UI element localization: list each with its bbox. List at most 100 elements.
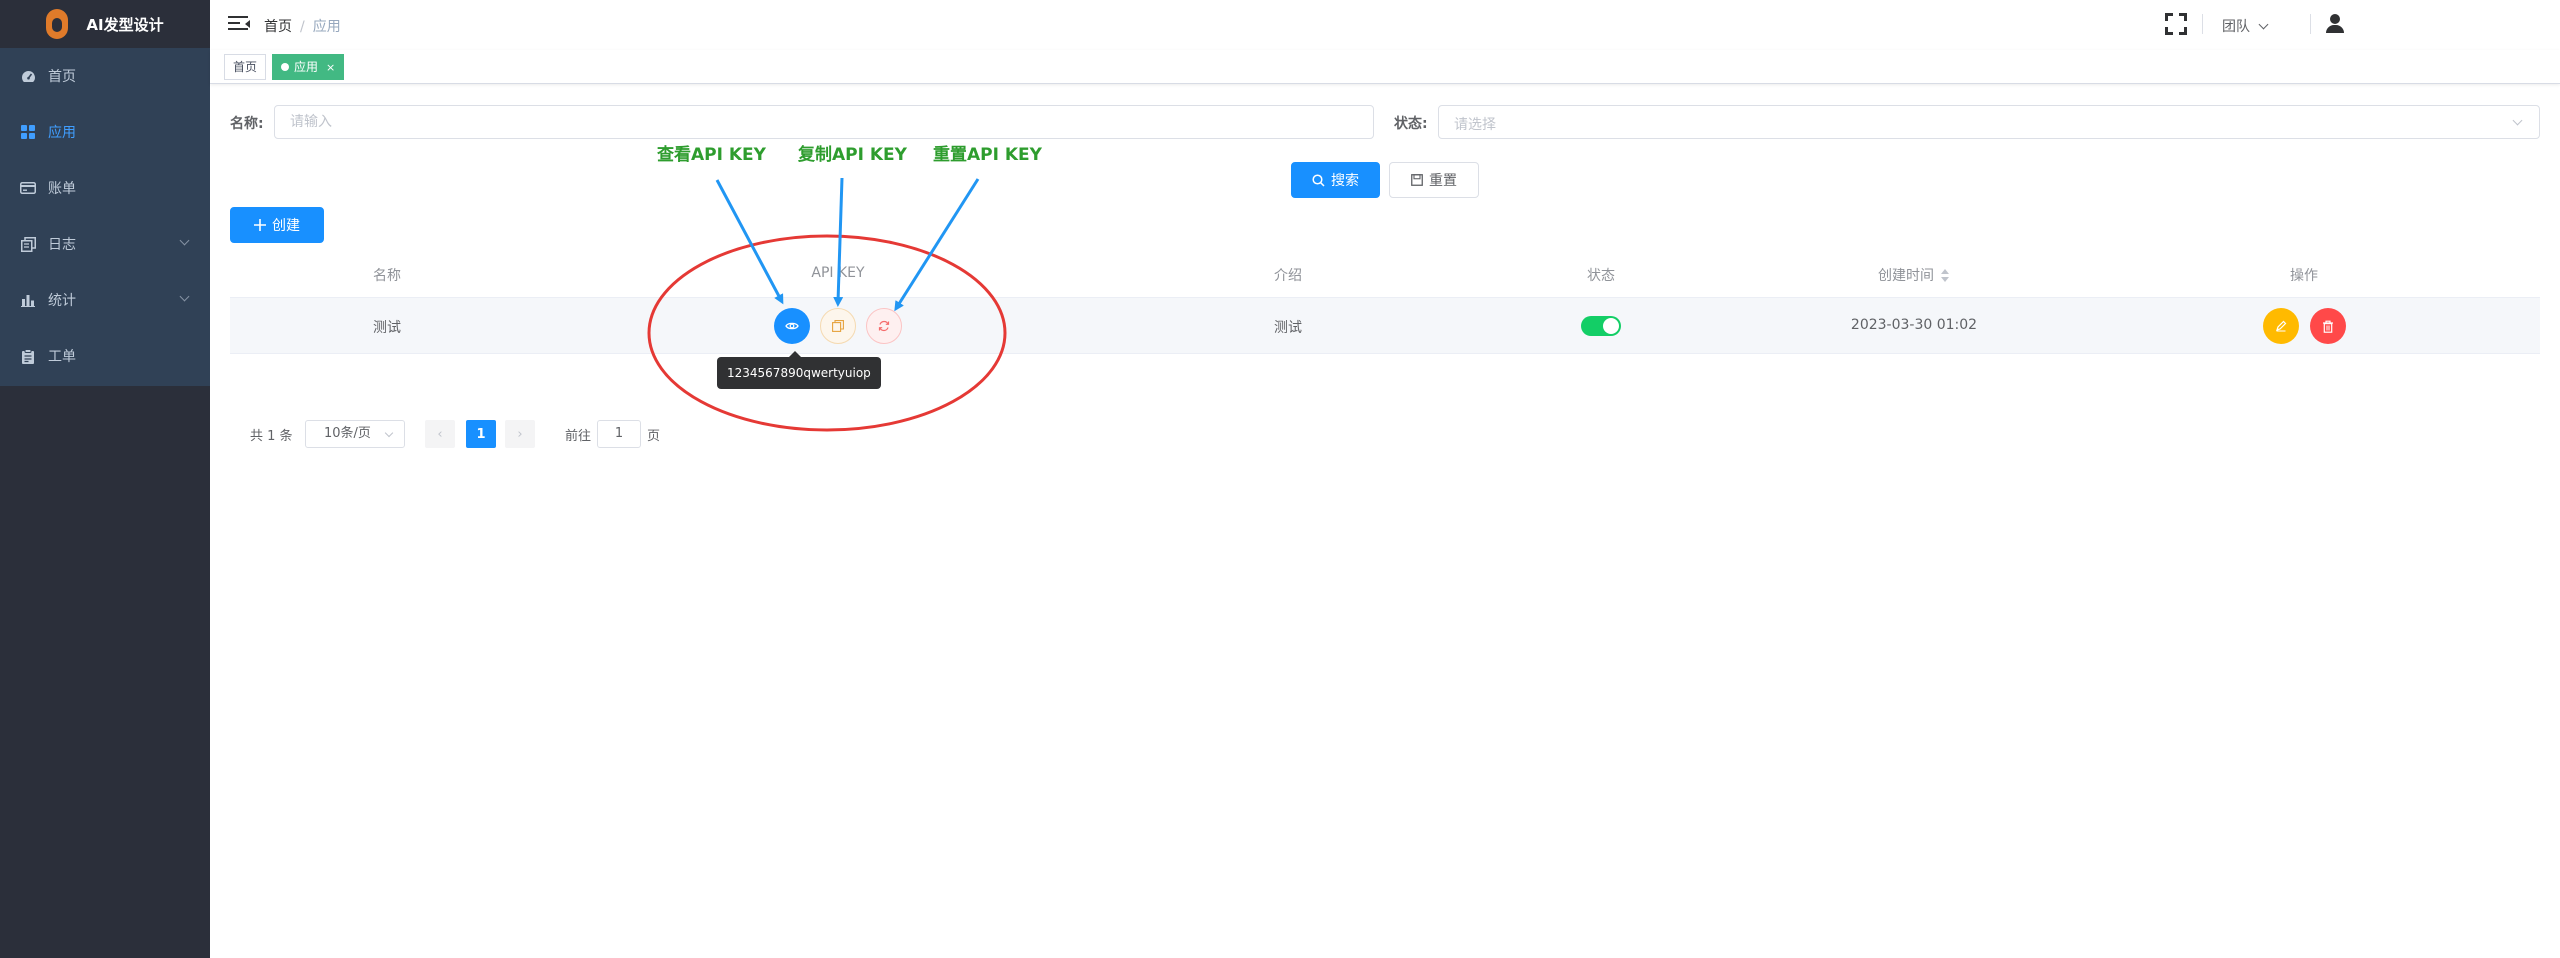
view-api-key-button[interactable] bbox=[774, 308, 810, 344]
edit-button[interactable] bbox=[2263, 308, 2299, 344]
chevron-down-icon bbox=[179, 235, 190, 246]
pagination-total: 共 1 条 bbox=[250, 429, 293, 444]
annotation-reset-key: 重置API KEY bbox=[933, 145, 1042, 165]
header-divider bbox=[2202, 14, 2203, 34]
sidebar-item-label: 工单 bbox=[48, 349, 76, 365]
eye-icon bbox=[785, 322, 799, 330]
tag-home[interactable]: 首页 bbox=[224, 54, 267, 80]
header-divider bbox=[2310, 14, 2311, 34]
annotation-copy-key: 复制API KEY bbox=[798, 145, 907, 165]
logo[interactable]: AI发型设计 bbox=[0, 0, 210, 48]
tag-label: 首页 bbox=[233, 60, 258, 74]
column-header-api-key: API KEY bbox=[811, 265, 865, 281]
column-header-created-at[interactable]: 创建时间 bbox=[1878, 265, 1950, 285]
copy-api-key-button[interactable] bbox=[820, 308, 856, 344]
fullscreen-icon[interactable] bbox=[2165, 13, 2187, 35]
cell-intro: 测试 bbox=[1274, 320, 1302, 336]
edit-icon bbox=[2276, 320, 2287, 332]
chevron-down-icon bbox=[2512, 115, 2523, 126]
create-button-label: 创建 bbox=[272, 218, 300, 234]
team-dropdown[interactable]: 团队 bbox=[2222, 16, 2269, 36]
sort-icon[interactable] bbox=[1940, 269, 1950, 283]
reset-api-key-button[interactable] bbox=[866, 308, 902, 344]
annotation-overlay bbox=[647, 177, 1007, 432]
goto-label: 前往 bbox=[565, 429, 592, 444]
create-button[interactable]: 创建 bbox=[230, 207, 324, 243]
chevron-down-icon bbox=[179, 291, 190, 302]
column-header-intro: 介绍 bbox=[1274, 268, 1302, 284]
tags-view: 首页 应用 × bbox=[210, 50, 2560, 84]
breadcrumb: 首页 / 应用 bbox=[264, 16, 341, 36]
reset-button-label: 重置 bbox=[1429, 173, 1457, 189]
prev-page-button[interactable]: ‹ bbox=[425, 420, 455, 448]
dashboard-icon bbox=[20, 68, 36, 84]
log-copy-icon bbox=[20, 236, 36, 252]
bar-chart-icon bbox=[20, 292, 36, 308]
chevron-down-icon bbox=[384, 428, 394, 438]
app-title: AI发型设计 bbox=[86, 15, 164, 34]
name-label: 名称: bbox=[230, 116, 264, 132]
team-label: 团队 bbox=[2222, 19, 2250, 35]
close-icon[interactable]: × bbox=[326, 61, 335, 74]
delete-button[interactable] bbox=[2310, 308, 2346, 344]
sidebar-item-billing[interactable]: 账单 bbox=[0, 160, 210, 216]
status-label: 状态: bbox=[1394, 116, 1428, 132]
tag-apps[interactable]: 应用 × bbox=[272, 54, 345, 80]
sidebar-item-label: 统计 bbox=[48, 293, 76, 309]
column-header-label: 创建时间 bbox=[1878, 268, 1934, 284]
column-header-name: 名称 bbox=[373, 268, 401, 284]
copy-icon bbox=[832, 320, 844, 332]
breadcrumb-current: 应用 bbox=[312, 19, 341, 35]
plus-icon bbox=[254, 219, 266, 231]
cell-name: 测试 bbox=[373, 320, 401, 336]
search-button[interactable]: 搜索 bbox=[1291, 162, 1380, 198]
column-header-actions: 操作 bbox=[2290, 268, 2318, 284]
sidebar-item-tickets[interactable]: 工单 bbox=[0, 328, 210, 384]
credit-card-icon bbox=[20, 180, 36, 196]
tag-label: 应用 bbox=[294, 60, 319, 74]
clipboard-icon bbox=[20, 348, 36, 364]
sidebar-item-stats[interactable]: 统计 bbox=[0, 272, 210, 328]
table-header: 名称 API KEY 介绍 状态 创建时间 操作 bbox=[230, 250, 2540, 298]
sidebar-item-label: 日志 bbox=[48, 237, 76, 253]
status-switch[interactable] bbox=[1581, 316, 1621, 336]
sidebar-item-label: 应用 bbox=[48, 125, 76, 141]
breadcrumb-separator: / bbox=[300, 19, 305, 35]
search-icon bbox=[1312, 173, 1325, 187]
annotation-view-key: 查看API KEY bbox=[657, 145, 766, 165]
breadcrumb-home[interactable]: 首页 bbox=[264, 19, 292, 35]
goto-unit: 页 bbox=[647, 429, 661, 444]
sidebar-item-label: 首页 bbox=[48, 69, 76, 85]
navbar: 首页 / 应用 bbox=[210, 0, 2560, 50]
refresh-icon bbox=[878, 320, 890, 332]
sidebar-item-home[interactable]: 首页 bbox=[0, 48, 210, 104]
reset-button[interactable]: 重置 bbox=[1389, 162, 1479, 198]
sidebar-item-label: 账单 bbox=[48, 181, 76, 197]
sidebar-item-apps[interactable]: 应用 bbox=[0, 104, 210, 160]
column-header-status: 状态 bbox=[1587, 268, 1615, 284]
goto-page-input[interactable]: 1 bbox=[597, 420, 641, 448]
next-page-button[interactable]: › bbox=[505, 420, 535, 448]
user-avatar-icon[interactable] bbox=[2325, 14, 2345, 34]
active-dot-icon bbox=[281, 63, 289, 71]
name-search-input[interactable] bbox=[274, 105, 1374, 139]
logo-icon bbox=[46, 9, 69, 39]
cell-created-at: 2023-03-30 01:02 bbox=[1850, 317, 1978, 333]
sidebar-item-logs[interactable]: 日志 bbox=[0, 216, 210, 272]
chevron-down-icon bbox=[2258, 19, 2269, 30]
table-row: 测试 测试 2023-03-30 01:02 bbox=[230, 298, 2540, 354]
trash-icon bbox=[2323, 320, 2333, 333]
page-size-select[interactable]: 10条/页 bbox=[305, 420, 405, 448]
status-select-placeholder: 请选择 bbox=[1454, 117, 1496, 133]
apps-grid-icon bbox=[20, 124, 36, 140]
sidebar: AI发型设计 首页 应用 账单 日志 统计 工单 bbox=[0, 0, 210, 958]
apps-table: 名称 API KEY 介绍 状态 创建时间 操作 测试 测试 2023-03-3… bbox=[230, 250, 2540, 354]
api-key-tooltip: 1234567890qwertyuiop bbox=[717, 351, 881, 389]
page-number-button[interactable]: 1 bbox=[466, 420, 496, 448]
search-button-label: 搜索 bbox=[1331, 173, 1359, 189]
sidebar-toggle-icon[interactable] bbox=[228, 16, 250, 32]
sidebar-menu: 首页 应用 账单 日志 统计 工单 bbox=[0, 48, 210, 386]
page-size-label: 10条/页 bbox=[324, 426, 371, 441]
status-select[interactable]: 请选择 bbox=[1438, 105, 2540, 139]
reset-icon bbox=[1411, 174, 1423, 186]
